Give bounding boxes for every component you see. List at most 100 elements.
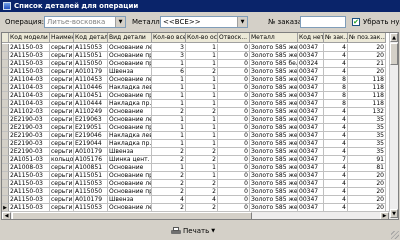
cell-order-pos[interactable]: 20 — [348, 68, 386, 76]
cell-part-code[interactable]: E219051 — [74, 124, 108, 132]
cell-part-type[interactable]: Накладка пр. — [108, 100, 152, 108]
cell-model-code[interactable]: 2A1150-03 — [9, 188, 50, 196]
cell-net-code[interactable]: 00347 — [298, 116, 324, 124]
resize-grip-icon[interactable] — [391, 231, 399, 239]
chevron-down-icon[interactable]: ▼ — [115, 17, 125, 27]
cell-order-pos[interactable]: 20 — [348, 188, 386, 196]
cell-qty-left[interactable]: 1 — [186, 132, 218, 140]
cell-metal[interactable]: Золото 585 желт. — [250, 188, 298, 196]
cell-order-no[interactable]: 4 — [324, 132, 348, 140]
cell-order-pos[interactable]: 35 — [348, 124, 386, 132]
cell-metal[interactable]: Золото 585 желт. — [250, 156, 298, 164]
cell-part-type[interactable]: Основание лев. — [108, 180, 152, 188]
cell-part-code[interactable]: A010179 — [74, 196, 108, 204]
cell-waxed[interactable]: 0 — [218, 124, 250, 132]
cell-model-code[interactable]: 2E2190-03 — [9, 140, 50, 148]
cell-part-type[interactable]: Основание пр. — [108, 60, 152, 68]
operation-select[interactable]: Литье-восковка ▼ — [44, 16, 126, 28]
cell-waxed[interactable]: 0 — [218, 148, 250, 156]
cell-part-type[interactable]: Основание — [108, 164, 152, 172]
cell-part-code[interactable]: A115051 — [74, 172, 108, 180]
cell-part-type[interactable]: Накладка лев. — [108, 132, 152, 140]
cell-qty-left[interactable]: 2 — [186, 188, 218, 196]
cell-qty-total[interactable]: 2 — [152, 188, 186, 196]
cell-qty-total[interactable]: 3 — [152, 52, 186, 60]
header-col-metal[interactable]: Металл — [250, 33, 298, 43]
cell-order-pos[interactable]: 118 — [348, 76, 386, 84]
cell-part-code[interactable]: A115053 — [74, 180, 108, 188]
cell-model-code[interactable]: 2A1051-03 — [9, 156, 50, 164]
cell-net-code[interactable]: 00347 — [298, 100, 324, 108]
metal-select[interactable]: <<ВСЕ>> ▼ — [160, 16, 248, 28]
cell-order-pos[interactable]: 20 — [348, 172, 386, 180]
row-indicator[interactable] — [2, 140, 9, 148]
cell-qty-total[interactable]: 1 — [152, 116, 186, 124]
cell-order-pos[interactable]: 35 — [348, 132, 386, 140]
cell-order-pos[interactable]: 21 — [348, 60, 386, 68]
cell-waxed[interactable]: 0 — [218, 164, 250, 172]
cell-net-code[interactable]: 00347 — [298, 52, 324, 60]
cell-model-code[interactable]: 2A1008-03 — [9, 164, 50, 172]
cell-metal[interactable]: Золото 585 желт. — [250, 124, 298, 132]
cell-part-code[interactable]: E219046 — [74, 132, 108, 140]
cell-metal[interactable]: Золото 585 желт. — [250, 132, 298, 140]
cell-metal[interactable]: Золото 585 желт. — [250, 44, 298, 52]
cell-part-code[interactable]: A115050 — [74, 60, 108, 68]
cell-order-pos[interactable]: 132 — [348, 108, 386, 116]
cell-metal[interactable]: Золото 585 желт. — [250, 148, 298, 156]
cell-net-code[interactable]: 00347 — [298, 148, 324, 156]
cell-model-code[interactable]: 2A1150-03 — [9, 52, 50, 60]
cell-part-type[interactable]: Швенза — [108, 68, 152, 76]
table-row[interactable]: 2E2190-03серьгиE219063Основание лев.110З… — [2, 116, 386, 124]
cell-order-pos[interactable]: 91 — [348, 156, 386, 164]
cell-model-code[interactable]: 2A1150-03 — [9, 180, 50, 188]
cell-qty-left[interactable]: 1 — [186, 140, 218, 148]
cell-name[interactable]: серьги — [50, 164, 74, 172]
cell-qty-left[interactable]: 1 — [186, 84, 218, 92]
cell-qty-total[interactable]: 4 — [152, 196, 186, 204]
cell-name[interactable]: серьги — [50, 148, 74, 156]
cell-part-code[interactable]: A010179 — [74, 148, 108, 156]
table-row[interactable]: 2A1150-03серьгиA115053Основание лев.220З… — [2, 180, 386, 188]
horizontal-scroll-thumb[interactable] — [12, 212, 252, 219]
cell-qty-left[interactable]: 2 — [186, 68, 218, 76]
cell-order-no[interactable]: 8 — [324, 100, 348, 108]
cell-waxed[interactable]: 0 — [218, 196, 250, 204]
print-button[interactable]: Печать ▼ — [169, 224, 217, 237]
cell-order-no[interactable]: 4 — [324, 188, 348, 196]
cell-name[interactable]: серьги — [50, 188, 74, 196]
cell-qty-left[interactable]: 1 — [186, 100, 218, 108]
table-row[interactable]: 2A1150-03 серьги A115051 Основание пр. 3 1 0 Зо… — [2, 52, 386, 60]
cell-net-code[interactable]: 00347 — [298, 172, 324, 180]
cell-qty-total[interactable]: 1 — [152, 132, 186, 140]
cell-waxed[interactable]: 0 — [218, 84, 250, 92]
header-col-part-code[interactable]: Код детали — [74, 33, 108, 43]
cell-order-pos[interactable]: 118 — [348, 92, 386, 100]
cell-name[interactable]: серьги — [50, 100, 74, 108]
cell-model-code[interactable]: 2E2190-03 — [9, 132, 50, 140]
cell-part-type[interactable]: Швенза — [108, 148, 152, 156]
cell-part-code[interactable]: A110446 — [74, 84, 108, 92]
cell-part-type[interactable]: Основание пр. — [108, 52, 152, 60]
cell-name[interactable]: серьги — [50, 108, 74, 116]
cell-model-code[interactable]: 2A1104-03 — [9, 84, 50, 92]
cell-part-code[interactable]: A100851 — [74, 164, 108, 172]
cell-name[interactable]: серьги — [50, 140, 74, 148]
header-col-part-type[interactable]: Вид детали — [108, 33, 152, 43]
cell-metal[interactable]: Золото 585 желт. — [250, 100, 298, 108]
cell-part-code[interactable]: A010179 — [74, 68, 108, 76]
cell-net-code[interactable]: 00347 — [298, 188, 324, 196]
cell-part-type[interactable]: Основание пр. — [108, 172, 152, 180]
cell-name[interactable]: серьги — [50, 124, 74, 132]
table-row[interactable]: 2A1150-03 серьги A010179 Швенза 4 4 0 Золото 58… — [2, 196, 386, 204]
cell-metal[interactable]: Золото 585 желт. — [250, 164, 298, 172]
cell-name[interactable]: серьги — [50, 68, 74, 76]
row-indicator[interactable] — [2, 100, 9, 108]
row-indicator[interactable] — [2, 108, 9, 116]
cell-model-code[interactable]: 2E2190-03 — [9, 116, 50, 124]
cell-metal[interactable]: Золото 585 желт. — [250, 108, 298, 116]
cell-waxed[interactable]: 0 — [218, 172, 250, 180]
cell-order-no[interactable]: 4 — [324, 108, 348, 116]
cell-order-no[interactable]: 4 — [324, 52, 348, 60]
table-row[interactable]: 2A1102-03 серьги A110249 Основание 2 2 0 Золото… — [2, 108, 386, 116]
